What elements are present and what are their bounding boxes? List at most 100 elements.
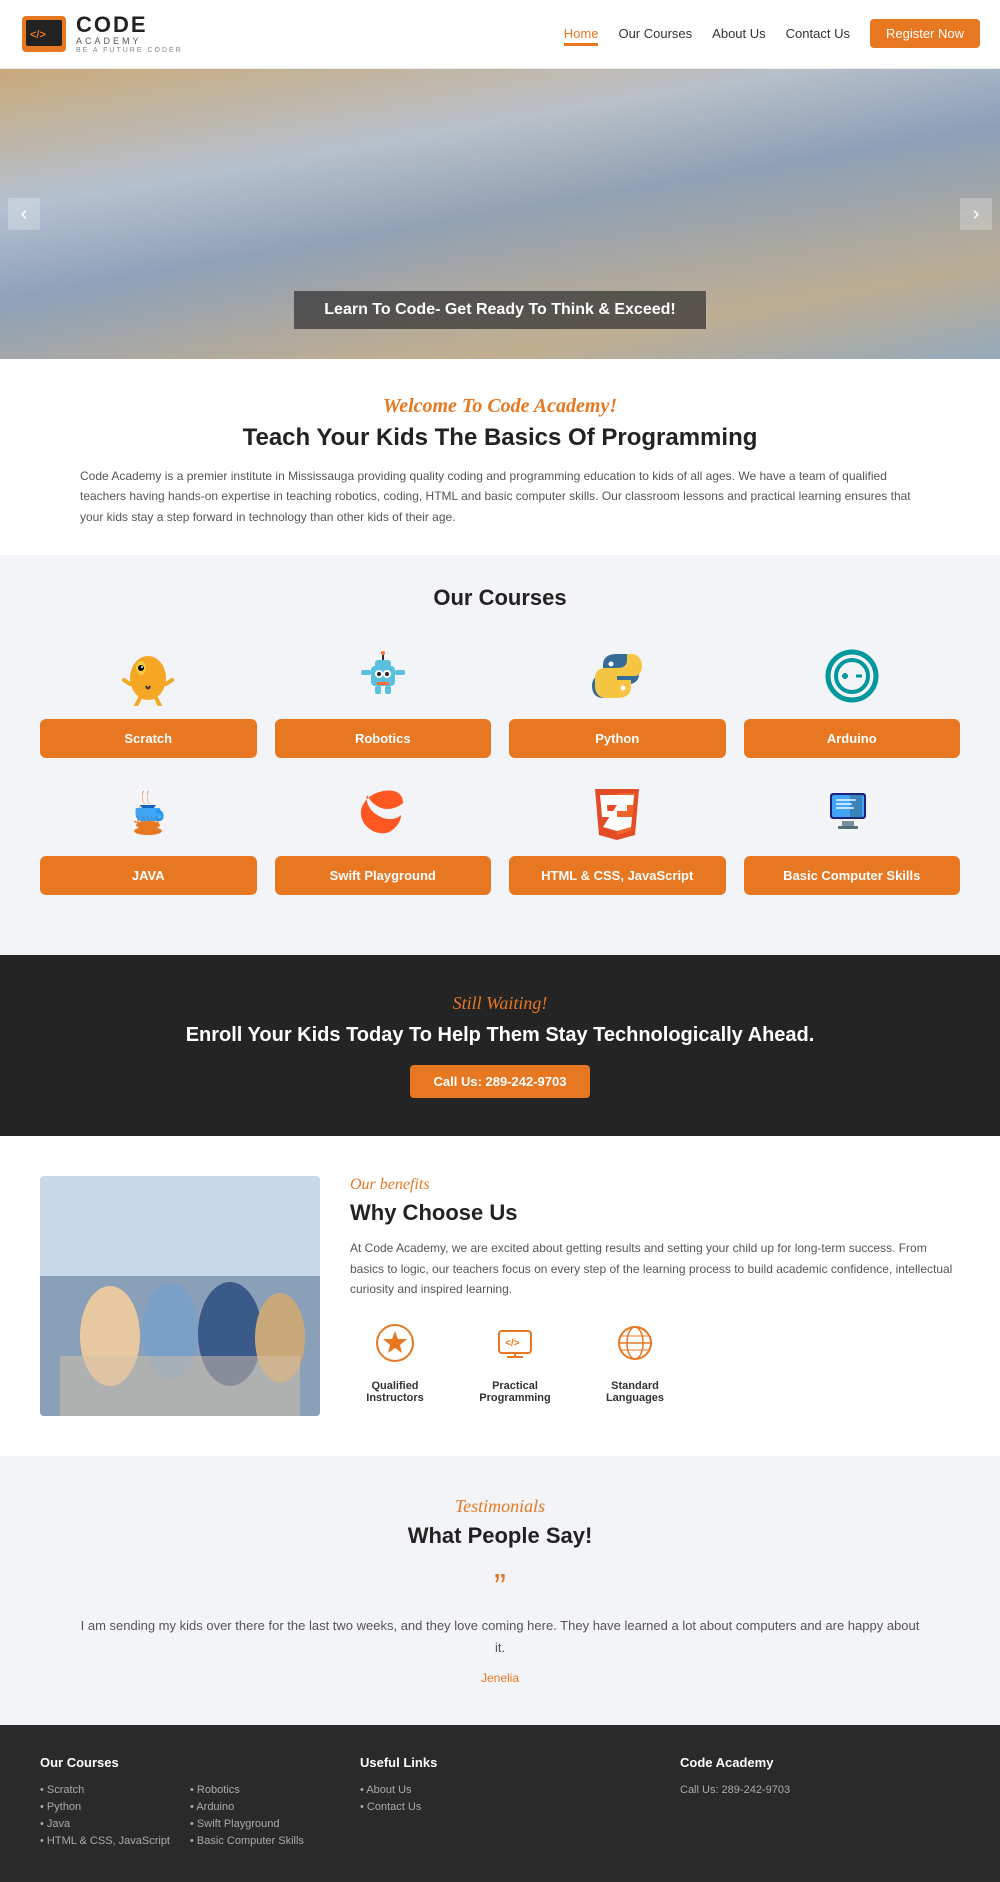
course-java: JAVA JAVA bbox=[40, 778, 257, 895]
swift-button[interactable]: Swift Playground bbox=[275, 856, 492, 895]
nav-contact[interactable]: Contact Us bbox=[786, 25, 850, 43]
course-python: Python bbox=[509, 641, 726, 758]
testimonials-section: Testimonials What People Say! ” I am sen… bbox=[0, 1456, 1000, 1725]
course-arduino: Arduino bbox=[744, 641, 961, 758]
footer-course-html: HTML & CSS, JavaScript bbox=[40, 1835, 170, 1847]
nav-contact-link[interactable]: Contact Us bbox=[786, 26, 850, 41]
footer-phone: Call Us: 289-242-9703 bbox=[680, 1784, 960, 1796]
hero-caption: Learn To Code- Get Ready To Think & Exce… bbox=[294, 291, 705, 329]
benefits-section: Our benefits Why Choose Us At Code Acade… bbox=[0, 1136, 1000, 1456]
brand-tagline: BE A FUTURE CODER bbox=[76, 47, 183, 55]
java-button[interactable]: JAVA bbox=[40, 856, 257, 895]
cta-call-button[interactable]: Call Us: 289-242-9703 bbox=[410, 1065, 591, 1098]
footer-brand-title: Code Academy bbox=[680, 1755, 960, 1770]
footer-brand-col: Code Academy Call Us: 289-242-9703 bbox=[680, 1755, 960, 1852]
benefits-icons: Qualified Instructors </> Practical Prog… bbox=[350, 1323, 960, 1404]
testimonial-quote: I am sending my kids over there for the … bbox=[80, 1615, 920, 1659]
footer-courses-left: Scratch Python Java HTML & CSS, JavaScri… bbox=[40, 1784, 170, 1852]
cta-still-waiting: Still Waiting! bbox=[20, 993, 980, 1014]
instructors-label: Qualified Instructors bbox=[350, 1380, 440, 1404]
benefits-image bbox=[40, 1176, 320, 1416]
scratch-icon bbox=[113, 641, 183, 711]
footer-course-computer: Basic Computer Skills bbox=[190, 1835, 304, 1847]
footer-course-swift: Swift Playground bbox=[190, 1818, 304, 1830]
brand-code: CODE bbox=[76, 13, 183, 37]
logo-icon: </> bbox=[20, 10, 68, 58]
hero-prev-button[interactable]: ‹ bbox=[8, 198, 40, 230]
course-html: HTML & CSS, JavaScript bbox=[509, 778, 726, 895]
benefit-instructors: Qualified Instructors bbox=[350, 1323, 440, 1404]
java-icon: JAVA bbox=[113, 778, 183, 848]
course-swift: Swift Playground bbox=[275, 778, 492, 895]
instructors-icon bbox=[375, 1323, 415, 1372]
nav-about-link[interactable]: About Us bbox=[712, 26, 765, 41]
scratch-button[interactable]: Scratch bbox=[40, 719, 257, 758]
courses-section: Our Courses Scratch bbox=[0, 555, 1000, 955]
course-scratch: Scratch bbox=[40, 641, 257, 758]
nav-home[interactable]: Home bbox=[564, 25, 599, 43]
footer-links-title: Useful Links bbox=[360, 1755, 640, 1770]
programming-label: Practical Programming bbox=[470, 1380, 560, 1404]
quote-mark: ” bbox=[80, 1569, 920, 1605]
computer-icon bbox=[817, 778, 887, 848]
footer-courses-title: Our Courses bbox=[40, 1755, 320, 1770]
course-robotics: Robotics bbox=[275, 641, 492, 758]
arduino-icon bbox=[817, 641, 887, 711]
languages-label: Standard Languages bbox=[590, 1380, 680, 1404]
python-icon bbox=[582, 641, 652, 711]
footer-link-contact[interactable]: Contact Us bbox=[360, 1801, 640, 1813]
nav-about[interactable]: About Us bbox=[712, 25, 765, 43]
programming-icon: </> bbox=[495, 1323, 535, 1372]
benefits-orange-title: Our benefits bbox=[350, 1176, 960, 1194]
languages-icon bbox=[615, 1323, 655, 1372]
footer: Our Courses Scratch Python Java HTML & C… bbox=[0, 1725, 1000, 1882]
testimonials-orange-title: Testimonials bbox=[80, 1496, 920, 1517]
footer-links-list: About Us Contact Us bbox=[360, 1784, 640, 1813]
footer-courses-right: Robotics Arduino Swift Playground Basic … bbox=[190, 1784, 304, 1852]
logo-text: CODE ACADEMY BE A FUTURE CODER bbox=[76, 13, 183, 55]
robotics-icon bbox=[348, 641, 418, 711]
testimonials-title: What People Say! bbox=[80, 1523, 920, 1549]
footer-course-arduino: Arduino bbox=[190, 1801, 304, 1813]
robotics-button[interactable]: Robotics bbox=[275, 719, 492, 758]
svg-text:</>: </> bbox=[30, 29, 46, 41]
python-button[interactable]: Python bbox=[509, 719, 726, 758]
logo: </> CODE ACADEMY BE A FUTURE CODER bbox=[20, 10, 183, 58]
footer-links-col: Useful Links About Us Contact Us bbox=[360, 1755, 640, 1852]
welcome-orange-title: Welcome To Code Academy! bbox=[80, 395, 920, 418]
navbar: </> CODE ACADEMY BE A FUTURE CODER Home … bbox=[0, 0, 1000, 69]
nav-register[interactable]: Register Now bbox=[870, 25, 980, 43]
hero-section: ‹ › Learn To Code- Get Ready To Think & … bbox=[0, 69, 1000, 359]
footer-course-robotics: Robotics bbox=[190, 1784, 304, 1796]
benefits-description: At Code Academy, we are excited about ge… bbox=[350, 1238, 960, 1299]
cta-banner: Still Waiting! Enroll Your Kids Today To… bbox=[0, 955, 1000, 1136]
swift-icon bbox=[348, 778, 418, 848]
benefit-languages: Standard Languages bbox=[590, 1323, 680, 1404]
arduino-button[interactable]: Arduino bbox=[744, 719, 961, 758]
footer-link-about[interactable]: About Us bbox=[360, 1784, 640, 1796]
course-computer: Basic Computer Skills bbox=[744, 778, 961, 895]
hero-next-button[interactable]: › bbox=[960, 198, 992, 230]
nav-links: Home Our Courses About Us Contact Us Reg… bbox=[564, 25, 980, 43]
benefits-content: Our benefits Why Choose Us At Code Acade… bbox=[350, 1176, 960, 1404]
benefits-title: Why Choose Us bbox=[350, 1200, 960, 1226]
svg-text:</>: </> bbox=[505, 1338, 520, 1349]
brand-academy: ACADEMY bbox=[76, 37, 183, 47]
courses-grid-row1: Scratch bbox=[40, 641, 960, 758]
footer-course-python: Python bbox=[40, 1801, 170, 1813]
welcome-main-title: Teach Your Kids The Basics Of Programmin… bbox=[80, 424, 920, 452]
nav-courses-link[interactable]: Our Courses bbox=[618, 26, 692, 41]
footer-course-java: Java bbox=[40, 1818, 170, 1830]
courses-title: Our Courses bbox=[40, 585, 960, 611]
html-icon bbox=[582, 778, 652, 848]
welcome-description: Code Academy is a premier institute in M… bbox=[80, 466, 920, 527]
cta-main-text: Enroll Your Kids Today To Help Them Stay… bbox=[20, 1024, 980, 1047]
register-button[interactable]: Register Now bbox=[870, 19, 980, 48]
welcome-section: Welcome To Code Academy! Teach Your Kids… bbox=[0, 359, 1000, 555]
footer-course-scratch: Scratch bbox=[40, 1784, 170, 1796]
nav-home-link[interactable]: Home bbox=[564, 26, 599, 46]
nav-courses[interactable]: Our Courses bbox=[618, 25, 692, 43]
computer-button[interactable]: Basic Computer Skills bbox=[744, 856, 961, 895]
html-button[interactable]: HTML & CSS, JavaScript bbox=[509, 856, 726, 895]
benefit-programming: </> Practical Programming bbox=[470, 1323, 560, 1404]
